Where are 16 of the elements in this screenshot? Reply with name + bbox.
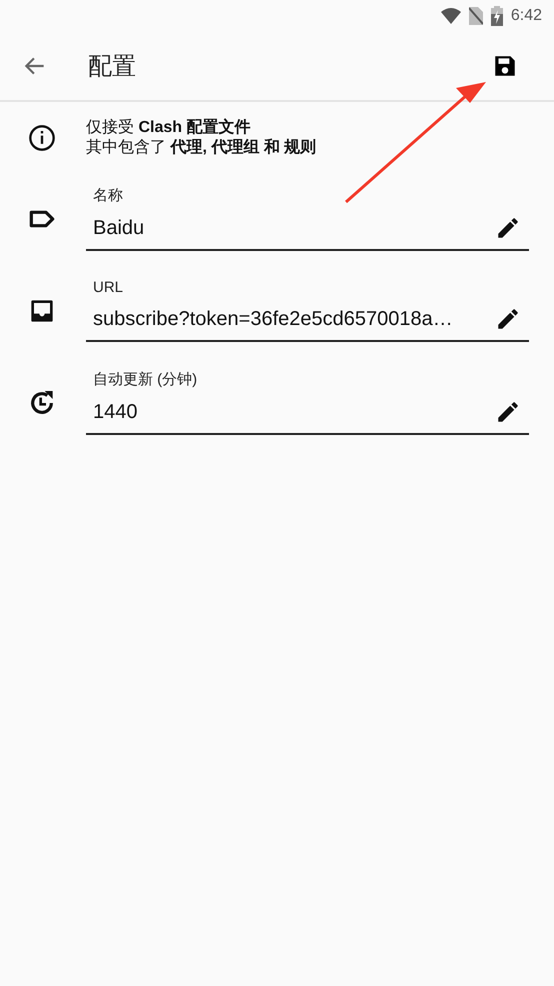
field-label: 名称 <box>93 186 124 205</box>
notice-text: 仅接受 Clash 配置文件 其中包含了 代理, 代理组 和 规则 <box>86 118 316 158</box>
field-label: 自动更新 (分钟) <box>93 370 198 389</box>
field-value: 1440 <box>93 400 138 424</box>
info-icon <box>28 124 56 152</box>
text-field[interactable]: 自动更新 (分钟) 1440 <box>86 370 529 435</box>
text-field[interactable]: 名称 Baidu <box>86 186 529 251</box>
no-sim-icon <box>468 7 483 25</box>
field-value: subscribe?token=36fe2e5cd6570018a… <box>93 308 454 330</box>
page-title: 配置 <box>88 52 137 82</box>
field-label: URL <box>93 279 124 296</box>
wifi-icon <box>440 8 461 24</box>
field-value: Baidu <box>93 216 146 240</box>
battery-icon <box>490 6 503 26</box>
clock-time: 6:42 <box>510 7 542 25</box>
text-field[interactable]: URL subscribe?token=36fe2e5cd6570018a… <box>86 279 529 342</box>
